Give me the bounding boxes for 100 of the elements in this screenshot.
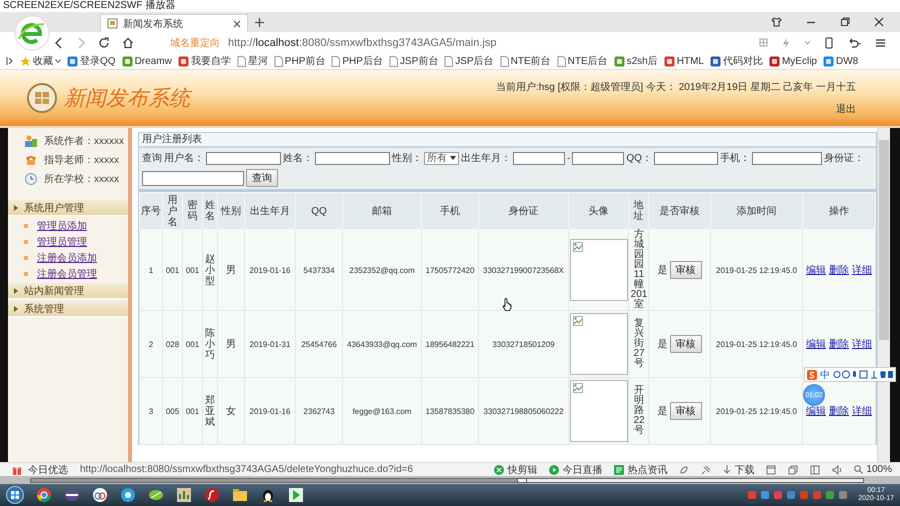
disc-icon[interactable] [64,487,80,503]
input-field[interactable] [654,152,718,164]
detail-link[interactable]: 详细 [852,264,872,276]
menu-header[interactable]: 系统用户管理 [8,200,128,216]
table-cell: 郑亚斌 [202,378,218,444]
input-field[interactable] [752,152,822,164]
download-link[interactable]: 下载 [723,462,754,476]
bookmark-link[interactable]: DW8 [822,56,858,66]
gender-select[interactable]: 所有 [424,152,459,164]
bookmark-link[interactable]: JSP后台 [444,54,494,68]
globe-icon[interactable] [120,487,136,503]
bookmark-link[interactable]: PHP前台 [274,54,326,68]
zoom-control[interactable]: 100% [854,464,892,475]
shirt-icon[interactable] [771,17,782,27]
folder-icon[interactable] [232,487,248,503]
input-field[interactable] [206,152,281,164]
progress-thumb[interactable] [516,478,527,482]
home-icon[interactable] [122,36,134,48]
broken-image-icon [573,383,583,393]
column-header: 邮箱 [342,192,422,230]
copy-icon[interactable] [788,464,798,474]
column-header: 姓名 [202,192,218,230]
bookmark-link[interactable]: 星河 [236,54,268,68]
menu-icon[interactable] [875,38,886,48]
browser-icon[interactable] [36,487,52,503]
input-field[interactable] [315,152,390,164]
delete-link[interactable]: 删除 [829,406,849,416]
logout-link[interactable]: 退出 [836,102,856,116]
ime-logo-icon [807,370,817,380]
delete-link[interactable]: 删除 [829,338,849,350]
close-icon[interactable] [874,17,884,27]
table-cell: 女 [218,378,244,444]
browser-tab[interactable]: 新闻发布系统 [100,14,248,32]
approve-button[interactable]: 审核 [670,261,702,279]
lightning-icon[interactable] [782,38,790,48]
leaf-icon[interactable] [148,487,164,503]
bookmark-link[interactable]: NTE后台 [556,54,608,68]
link-url: http://localhost:8080/ssmxwfbxthsg3743AGA5/deleteYonghuzhuce.do?id=6 [80,464,413,475]
scroll-thumb[interactable] [879,140,889,340]
sidebar-toggle-icon[interactable] [6,56,14,66]
grid-icon[interactable] [759,38,768,47]
detail-link[interactable]: 详细 [852,406,872,416]
new-tab-icon[interactable] [254,17,265,28]
bookmark-link[interactable]: MyEclip [768,56,817,66]
menu-header[interactable]: 站内新闻管理 [8,283,128,299]
phone-icon[interactable] [825,36,833,48]
pin-icon[interactable] [701,464,712,474]
menu-header[interactable]: 系统管理 [8,301,128,317]
window-icon[interactable] [766,464,776,474]
menu-link[interactable]: 注册会员添加 [37,251,97,265]
bookmark-link[interactable]: 我要自学 [178,54,231,68]
back-icon[interactable] [54,36,64,48]
input-field[interactable] [513,152,565,164]
menu-link[interactable]: 注册会员管理 [37,267,97,281]
caret-icon[interactable] [804,40,811,45]
delete-link[interactable]: 删除 [829,264,849,276]
column-header: 序号 [140,192,162,230]
approve-button[interactable]: 审核 [670,402,702,420]
address-field[interactable]: http://localhost:8080/ssmxwfbxthsg3743AGA5/main.jsp [228,36,496,48]
start-icon[interactable] [6,486,24,504]
speaker-icon[interactable] [832,464,842,474]
detail-link[interactable]: 详细 [852,338,872,350]
table-cell: 18956482221 [422,310,478,378]
info-text: 系统作者：xxxxxx [44,134,124,148]
menu-link[interactable]: 管理员管理 [37,235,87,249]
bookmark-link[interactable]: 登录QQ [67,54,116,68]
ime-mode[interactable]: 中 [820,368,830,382]
penguin-icon[interactable] [260,487,276,503]
status-link[interactable]: 快剪辑 [494,462,538,476]
chart-icon[interactable] [176,487,192,503]
scrollbar[interactable] [877,128,890,462]
bookmark-link[interactable]: HTML [664,56,704,66]
bookmark-link[interactable]: 收藏 [20,54,61,68]
status-link[interactable]: 热点资讯 [614,462,668,476]
edit-link[interactable]: 编辑 [806,406,826,416]
maximize-icon[interactable] [840,17,850,27]
bookmark-link[interactable]: 代码对比 [710,54,763,68]
bookmark-link[interactable]: NTE前台 [500,54,551,68]
bookmark-link[interactable]: PHP后台 [331,54,383,68]
input-field[interactable] [142,170,244,186]
menu-link[interactable]: 管理员添加 [37,219,87,233]
search-button[interactable]: 查询 [246,169,278,187]
undo-icon[interactable] [847,37,861,48]
table-cell: 17505772420 [422,230,478,310]
player-icon[interactable] [288,487,304,503]
panel-icon[interactable] [810,464,820,474]
column-header: 是否审核 [648,192,710,230]
bookmark-link[interactable]: Dreamw [122,56,172,66]
input-field[interactable] [572,152,624,164]
status-link[interactable]: 今日直播 [549,462,602,476]
table-cell: 2019-01-16 [244,230,296,310]
approve-button[interactable]: 审核 [670,335,702,353]
bookmark-link[interactable]: JSP前台 [388,54,438,68]
close-icon[interactable] [233,20,241,28]
bookmark-link[interactable]: s2sh后 [614,54,658,68]
approved-text: 是 [658,338,668,350]
reload-icon[interactable] [98,36,110,48]
edit-link[interactable]: 编辑 [806,338,826,350]
flash-icon[interactable] [204,487,220,503]
edit-link[interactable]: 编辑 [806,264,826,276]
